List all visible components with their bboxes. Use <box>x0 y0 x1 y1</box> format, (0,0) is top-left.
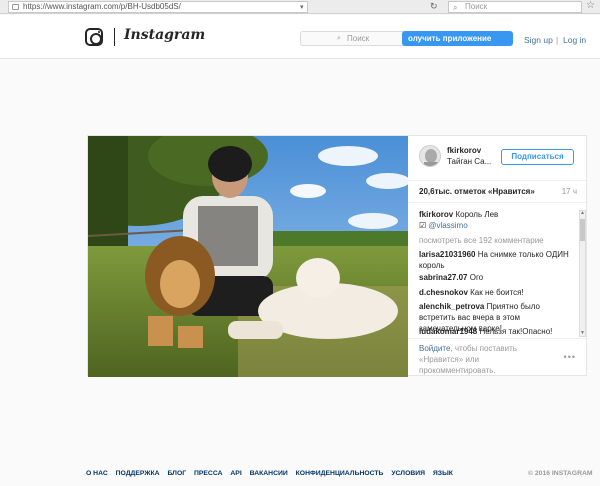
search-icon: ⌕ <box>337 35 341 42</box>
get-app-button[interactable]: олучить приложение <box>402 31 513 46</box>
list-item: larisa21031960 На снимке только ОДИН кор… <box>419 249 569 271</box>
post-photo-image <box>88 136 408 377</box>
caption-text: Король Лев <box>455 210 499 219</box>
search-icon: ⌕ <box>453 3 458 12</box>
comment-username[interactable]: d.chesnokov <box>419 288 468 297</box>
likes-count[interactable]: 20,6тыс. отметок «Нравится» <box>419 187 535 196</box>
footer-link-api[interactable]: API <box>230 470 241 477</box>
footer-link-support[interactable]: ПОДДЕРЖКА <box>116 470 160 477</box>
more-options-icon[interactable]: ••• <box>564 352 576 362</box>
scroll-up-icon[interactable]: ▲ <box>580 210 585 217</box>
caption-mention[interactable]: @vlassimo <box>428 221 467 230</box>
copyright: © 2016 INSTAGRAM <box>528 470 593 477</box>
post-username[interactable]: fkirkorov <box>447 146 481 155</box>
browser-toolbar: https://www.instagram.com/p/BH-Usdb05dS/… <box>0 0 600 14</box>
comment-text: Нельзя так!Опасно! <box>479 327 553 336</box>
browser-search-input[interactable]: ⌕ Поиск <box>448 1 582 13</box>
comment-text: Ого <box>469 273 484 282</box>
post-photo[interactable] <box>88 136 408 377</box>
footer-link-jobs[interactable]: ВАКАНСИИ <box>250 470 288 477</box>
avatar[interactable] <box>419 145 441 167</box>
site-footer: О НАС ПОДДЕРЖКА БЛОГ ПРЕССА API ВАКАНСИИ… <box>0 470 600 482</box>
comment-username[interactable]: alenchik_petrova <box>419 302 484 311</box>
login-separator: | <box>556 35 559 45</box>
footer-links: О НАС ПОДДЕРЖКА БЛОГ ПРЕССА API ВАКАНСИИ… <box>86 470 459 477</box>
footer-link-language[interactable]: ЯЗЫК <box>433 470 453 477</box>
footer-link-press[interactable]: ПРЕССА <box>194 470 223 477</box>
address-bar[interactable]: https://www.instagram.com/p/BH-Usdb05dS/ <box>8 1 308 13</box>
post-time[interactable]: 17 ч <box>562 187 577 196</box>
comments-list[interactable]: fkirkorov Король Лев ☑ @vlassimo посмотр… <box>408 203 588 339</box>
caption: fkirkorov Король Лев ☑ @vlassimo <box>419 209 569 231</box>
lock-icon <box>12 4 19 10</box>
comment-username[interactable]: ludakomar1948 <box>419 327 477 336</box>
login-prompt: Войдите, чтобы поставить «Нравится» или … <box>419 343 539 376</box>
footer-link-terms[interactable]: УСЛОВИЯ <box>391 470 425 477</box>
login-prompt-link[interactable]: Войдите <box>419 344 450 353</box>
signup-link[interactable]: Sign up <box>524 35 553 45</box>
caption-username[interactable]: fkirkorov <box>419 210 453 219</box>
list-item: d.chesnokov Как не боится! <box>419 287 569 298</box>
footer-link-about[interactable]: О НАС <box>86 470 108 477</box>
post-location[interactable]: Тайган Са... <box>447 157 491 166</box>
comments-scrollbar[interactable]: ▲ ▼ <box>579 210 586 337</box>
likes-row: 20,6тыс. отметок «Нравится» 17 ч <box>408 181 588 203</box>
scrollbar-thumb[interactable] <box>580 219 585 241</box>
avatar-image <box>420 146 440 166</box>
bookmark-star-icon[interactable]: ☆ <box>586 0 595 11</box>
list-item: sabrina27.07 Ого <box>419 272 569 283</box>
search-placeholder: Поиск <box>347 34 370 43</box>
post-card: fkirkorov Тайган Са... Подписаться 20,6т… <box>87 135 588 377</box>
checkbox-emoji-icon: ☑ <box>419 221 427 230</box>
site-header: Instagram ⌕ Поиск олучить приложение Sig… <box>0 15 600 59</box>
comment-username[interactable]: sabrina27.07 <box>419 273 467 282</box>
logo-divider <box>114 28 115 46</box>
post-sidebar: fkirkorov Тайган Са... Подписаться 20,6т… <box>408 136 588 377</box>
login-link[interactable]: Log in <box>563 35 586 45</box>
view-all-comments-link[interactable]: посмотреть все 192 комментарие <box>419 235 569 246</box>
comment-text: Как не боится! <box>470 288 524 297</box>
post-header: fkirkorov Тайган Са... Подписаться <box>408 136 588 181</box>
footer-link-blog[interactable]: БЛОГ <box>167 470 186 477</box>
scroll-down-icon[interactable]: ▼ <box>580 330 585 337</box>
browser-search-placeholder: Поиск <box>465 2 488 11</box>
footer-link-privacy[interactable]: КОНФИДЕНЦИАЛЬНОСТЬ <box>296 470 384 477</box>
follow-button[interactable]: Подписаться <box>501 149 574 165</box>
chevron-down-icon[interactable]: ▾ <box>300 3 304 11</box>
list-item: ludakomar1948 Нельзя так!Опасно! <box>419 326 569 337</box>
comment-username[interactable]: larisa21031960 <box>419 250 476 259</box>
address-text: https://www.instagram.com/p/BH-Usdb05dS/ <box>23 2 181 11</box>
reload-icon[interactable]: ↻ <box>430 1 438 12</box>
search-input[interactable]: ⌕ Поиск <box>300 31 412 46</box>
instagram-camera-icon[interactable] <box>85 28 103 46</box>
instagram-wordmark[interactable]: Instagram <box>124 27 205 43</box>
